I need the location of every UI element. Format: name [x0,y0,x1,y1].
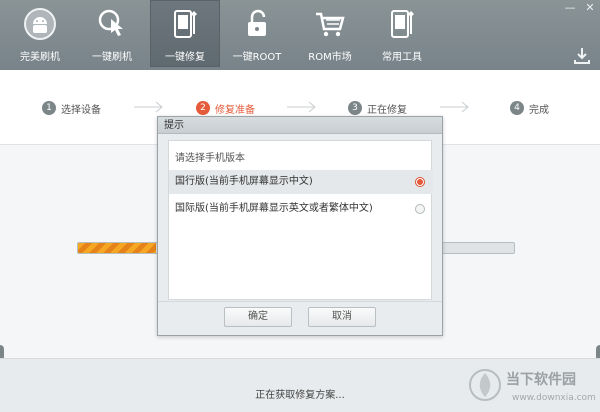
step-number: 4 [510,101,524,115]
status-footer: 正在获取修复方案... 当下软件园 www.downxia.com [0,358,600,412]
tool-label: 一键修复 [165,52,205,63]
minimize-icon[interactable]: — [560,0,580,16]
watermark-url: www.downxia.com [512,393,596,403]
tool-label: 常用工具 [382,52,422,63]
arrow-right-icon [287,101,316,113]
option-label: 国行版(当前手机屏幕显示中文) [175,176,313,187]
watermark-logo-icon [469,369,501,401]
tool-rom-market[interactable]: ROM市场 [295,0,365,67]
close-icon[interactable]: ✕ [580,0,600,16]
tool-label: ROM市场 [308,52,352,63]
tool-label: 一键ROOT [232,52,282,63]
tool-label: 完美刷机 [20,52,60,63]
step-repairing: 3 正在修复 [348,100,407,116]
ok-button[interactable]: 确定 [224,307,292,327]
option-domestic[interactable]: 国行版(当前手机屏幕显示中文) [169,170,433,194]
tool-label: 一键刷机 [92,52,132,63]
cancel-button[interactable]: 取消 [308,307,376,327]
tool-perfect-flash[interactable]: 完美刷机 [5,0,75,67]
step-label: 完成 [529,104,549,116]
phone-wrench-icon [391,10,414,38]
step-label: 修复准备 [215,104,255,116]
step-select-device: 1 选择设备 [42,100,101,116]
option-international[interactable]: 国际版(当前手机屏幕显示英文或者繁体中文) [169,197,433,221]
watermark-text: 当下软件园 [506,372,576,388]
progress-fill [78,243,157,253]
dialog-body: 请选择手机版本 国行版(当前手机屏幕显示中文) 国际版(当前手机屏幕显示英文或者… [168,140,433,300]
watermark: 当下软件园 www.downxia.com [468,363,596,409]
phone-wrench-icon [174,10,197,38]
radio-icon[interactable] [415,204,425,214]
top-toolbar: 完美刷机 一键刷机 一键修复 一键ROOT ROM市场 常用工具 — ✕ [0,0,600,70]
android-logo-icon [24,8,56,40]
step-label: 正在修复 [367,104,407,116]
radio-selected-icon[interactable] [415,177,425,187]
tool-common-tools[interactable]: 常用工具 [367,0,437,67]
step-number: 2 [196,101,210,115]
tool-one-key-flash[interactable]: 一键刷机 [77,0,147,67]
step-complete: 4 完成 [510,100,549,116]
arrow-right-icon [134,101,163,113]
tool-one-key-root[interactable]: 一键ROOT [222,0,292,67]
tool-one-key-repair[interactable]: 一键修复 [150,0,220,67]
dialog-divider [158,301,442,302]
dialog-prompt: 请选择手机版本 [175,153,245,164]
version-dialog: 提示 请选择手机版本 国行版(当前手机屏幕显示中文) 国际版(当前手机屏幕显示英… [157,116,443,336]
cart-icon [316,12,345,37]
lock-icon [248,9,266,36]
step-repair-prep: 2 修复准备 [196,100,255,116]
option-label: 国际版(当前手机屏幕显示英文或者繁体中文) [175,203,373,214]
dialog-title: 提示 [158,117,442,134]
arrow-right-icon [440,101,469,113]
download-icon[interactable] [572,46,592,66]
step-label: 选择设备 [61,104,101,116]
tap-phone-icon [98,9,123,36]
step-number: 1 [42,101,56,115]
step-number: 3 [348,101,362,115]
window-controls: — ✕ [560,0,600,18]
